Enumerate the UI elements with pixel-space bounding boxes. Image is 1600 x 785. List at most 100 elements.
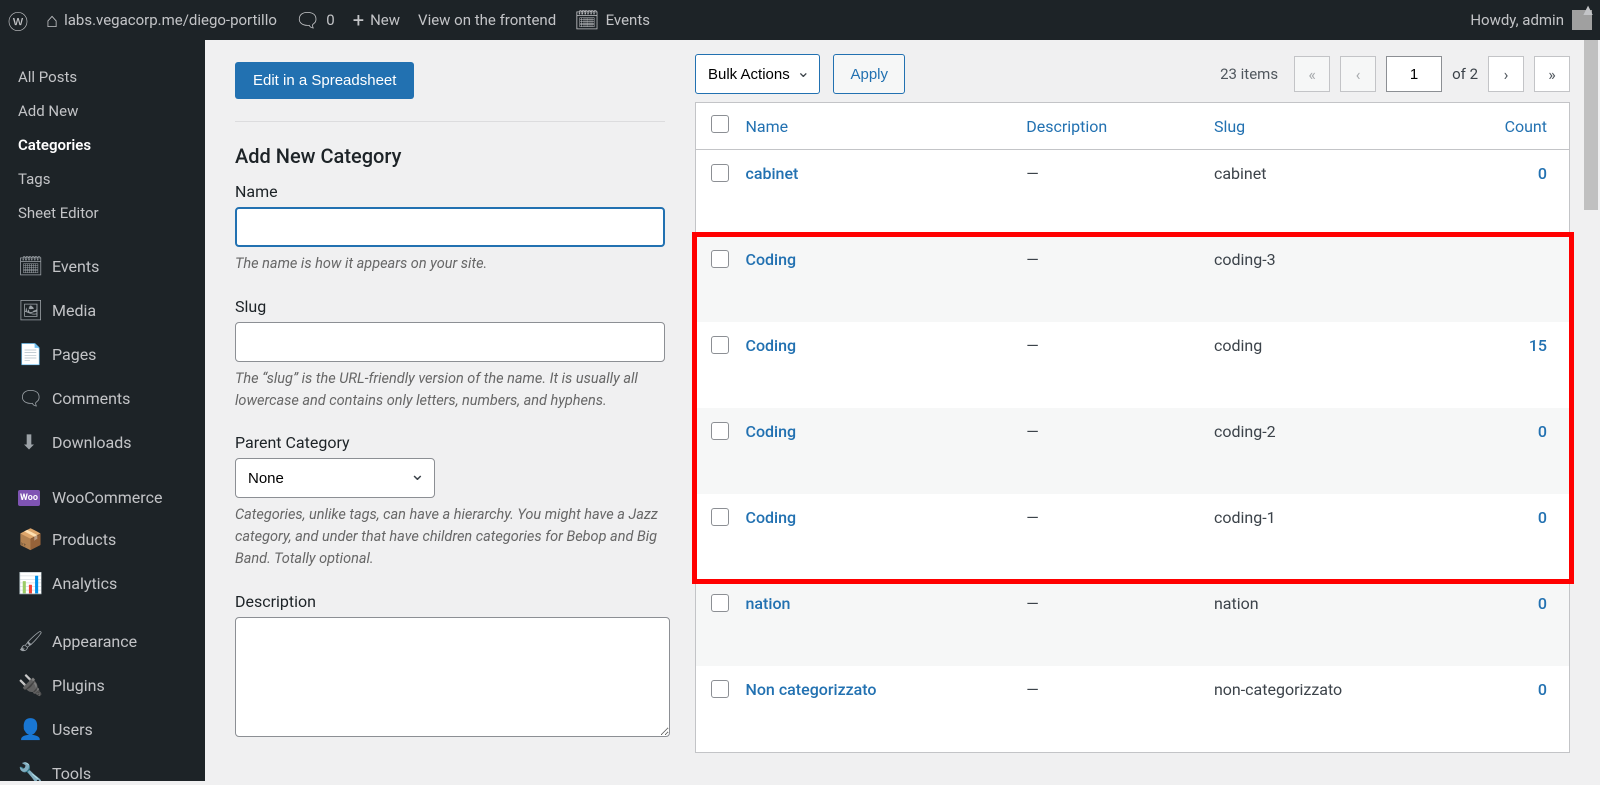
row-slug: nation [1204,580,1480,666]
calendar-icon: 🗓 [18,254,40,278]
row-name-link[interactable]: Coding [746,508,797,527]
wordpress-icon: ⓦ [8,6,28,35]
sidebar-subitem-all-posts[interactable]: All Posts [0,60,205,94]
row-description: — [1016,322,1204,408]
table-row: Coding—coding-20 [696,408,1570,494]
row-checkbox[interactable] [711,680,729,698]
sidebar-item-tools[interactable]: 🔧Tools [0,751,205,781]
row-name-link[interactable]: nation [746,594,791,613]
row-count-link[interactable]: 0 [1538,594,1547,613]
events-link[interactable]: 🗓Events [574,8,650,32]
bulk-actions-select[interactable]: Bulk Actions [695,54,820,94]
col-slug[interactable]: Slug [1204,103,1480,150]
sidebar-item-analytics[interactable]: 📊Analytics [0,561,205,605]
site-link[interactable]: ⌂ labs.vegacorp.me/diego-portillo [46,8,277,33]
slug-help: The “slug” is the URL-friendly version o… [235,368,670,412]
parent-help: Categories, unlike tags, can have a hier… [235,504,670,569]
prev-page-button[interactable]: ‹ [1340,56,1376,92]
sidebar-subitem-add-new[interactable]: Add New [0,94,205,128]
row-count-link[interactable]: 0 [1538,422,1547,441]
sidebar-item-label: Plugins [52,676,105,695]
apply-button[interactable]: Apply [833,54,905,94]
table-row: cabinet—cabinet0 [696,150,1570,237]
row-count-link[interactable]: 15 [1529,336,1547,355]
sidebar-item-products[interactable]: 📦Products [0,517,205,561]
scroll-up-arrow[interactable]: ▲ [1580,0,1596,20]
table-row: Coding—coding15 [696,322,1570,408]
description-label: Description [235,592,665,611]
row-count-link[interactable]: 0 [1538,508,1547,527]
name-help: The name is how it appears on your site. [235,253,670,275]
row-count-link[interactable]: 0 [1538,680,1547,699]
first-page-button[interactable]: « [1294,56,1330,92]
row-checkbox[interactable] [711,164,729,182]
name-input[interactable] [235,207,665,247]
total-pages-text: of 2 [1452,65,1478,83]
sidebar-item-woocommerce[interactable]: WooWooCommerce [0,478,205,517]
new-link[interactable]: +New [353,8,400,32]
view-frontend-link[interactable]: View on the frontend [418,11,556,29]
col-count[interactable]: Count [1480,103,1570,150]
row-checkbox[interactable] [711,250,729,268]
sidebar-item-label: Appearance [52,632,137,651]
sidebar-subitem-tags[interactable]: Tags [0,162,205,196]
add-category-panel: Edit in a Spreadsheet Add New Category N… [205,40,695,785]
sidebar-item-comments[interactable]: 🗨Comments [0,376,205,420]
row-count-link[interactable]: 0 [1538,164,1547,183]
sidebar-subitem-sheet-editor[interactable]: Sheet Editor [0,196,205,230]
calendar-icon: 🗓 [574,8,599,32]
sidebar-item-label: Users [52,720,93,739]
divider [235,121,665,122]
scrollbar[interactable] [1582,40,1600,781]
row-name-link[interactable]: Coding [746,250,797,269]
new-label: New [370,11,400,29]
sidebar-item-media[interactable]: 🖼Media [0,288,205,332]
items-count: 23 items [1220,65,1278,83]
sidebar-item-pages[interactable]: 📄Pages [0,332,205,376]
edit-spreadsheet-button[interactable]: Edit in a Spreadsheet [235,62,414,99]
row-name-link[interactable]: Coding [746,336,797,355]
sidebar-item-plugins[interactable]: 🔌Plugins [0,663,205,707]
row-checkbox[interactable] [711,422,729,440]
description-textarea[interactable] [235,617,670,737]
row-checkbox[interactable] [711,336,729,354]
home-icon: ⌂ [46,8,58,33]
slug-input[interactable] [235,322,665,362]
next-page-button[interactable]: › [1488,56,1524,92]
table-row: Coding—coding-10 [696,494,1570,580]
row-description: — [1016,580,1204,666]
row-description: — [1016,236,1204,322]
account-link[interactable]: Howdy, admin [1470,10,1592,30]
parent-select[interactable]: None [235,458,435,498]
sidebar-item-events[interactable]: 🗓Events [0,244,205,288]
comment-icon: 🗨 [295,8,320,32]
row-description: — [1016,666,1204,753]
comments-link[interactable]: 🗨0 [295,8,335,32]
sidebar-item-users[interactable]: 👤Users [0,707,205,751]
scrollbar-thumb[interactable] [1584,40,1598,210]
col-description[interactable]: Description [1016,103,1204,150]
table-row: nation—nation0 [696,580,1570,666]
sidebar-item-label: Downloads [52,433,131,452]
row-name-link[interactable]: cabinet [746,164,799,183]
wp-logo[interactable]: ⓦ [8,6,28,35]
site-url-text: labs.vegacorp.me/diego-portillo [64,11,277,29]
current-page-input[interactable] [1386,56,1442,92]
sidebar-item-label: Pages [52,345,96,364]
sidebar-item-appearance[interactable]: 🖌Appearance [0,619,205,663]
view-frontend-label: View on the frontend [418,11,556,29]
row-name-link[interactable]: Coding [746,422,797,441]
media-icon: 🖼 [18,298,40,322]
col-name[interactable]: Name [736,103,1017,150]
sidebar-item-label: Analytics [52,574,117,593]
admin-toolbar: ⓦ ⌂ labs.vegacorp.me/diego-portillo 🗨0 +N… [0,0,1600,40]
row-checkbox[interactable] [711,508,729,526]
select-all-checkbox[interactable] [711,115,729,133]
last-page-button[interactable]: » [1534,56,1570,92]
row-description: — [1016,408,1204,494]
sidebar-item-downloads[interactable]: ⬇Downloads [0,420,205,464]
product-icon: 📦 [18,527,40,551]
row-name-link[interactable]: Non categorizzato [746,680,877,699]
sidebar-subitem-categories[interactable]: Categories [0,128,205,162]
row-checkbox[interactable] [711,594,729,612]
